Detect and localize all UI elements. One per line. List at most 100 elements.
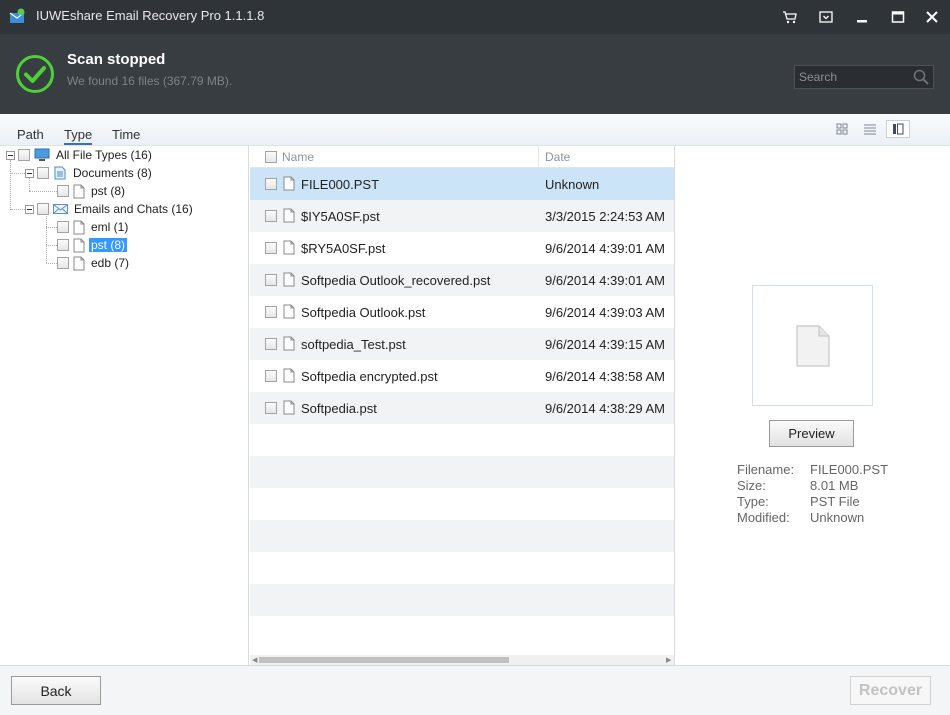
row-checkbox[interactable]: [265, 370, 277, 382]
column-header-date[interactable]: Date: [545, 150, 570, 164]
tree-item-edb[interactable]: edb (7): [57, 254, 131, 272]
tab-path[interactable]: Path: [17, 127, 44, 142]
checkbox[interactable]: [57, 221, 69, 233]
tree-item-emails[interactable]: Emails and Chats (16): [25, 200, 195, 218]
file-name: FILE000.PST: [301, 177, 380, 192]
tab-type[interactable]: Type: [64, 127, 93, 145]
row-checkbox[interactable]: [265, 402, 277, 414]
empty-row: [250, 456, 674, 488]
filename-value: FILE000.PST: [810, 462, 889, 477]
checkbox[interactable]: [57, 257, 69, 269]
empty-row: [250, 616, 674, 648]
row-checkbox[interactable]: [265, 242, 277, 254]
file-icon: [283, 176, 295, 191]
file-name: Softpedia Outlook.pst: [301, 305, 426, 320]
file-thumbnail: [752, 285, 873, 406]
file-date: 3/3/2015 2:24:53 AM: [545, 209, 665, 224]
tree-label: pst (8): [91, 184, 126, 198]
scroll-thumb[interactable]: [259, 657, 509, 663]
empty-row: [250, 424, 674, 456]
scroll-left-icon[interactable]: ◀: [252, 656, 257, 664]
search-input[interactable]: [795, 66, 907, 88]
file-icon: [283, 400, 295, 415]
checkbox[interactable]: [18, 149, 30, 161]
preview-panel: Preview Filename: FILE000.PST Size: 8.01 M…: [676, 146, 950, 665]
file-icon: [283, 272, 295, 287]
app-icon: [9, 8, 25, 23]
maximize-icon[interactable]: [890, 9, 906, 25]
table-row[interactable]: Softpedia.pst 9/6/2014 4:38:29 AM: [250, 392, 674, 424]
file-name: $IY5A0SF.pst: [301, 209, 380, 224]
row-checkbox[interactable]: [265, 210, 277, 222]
checkbox[interactable]: [57, 239, 69, 251]
scroll-right-icon[interactable]: ▶: [666, 656, 671, 664]
row-checkbox[interactable]: [265, 178, 277, 190]
file-name: Softpedia Outlook_recovered.pst: [301, 273, 491, 288]
file-icon: [73, 220, 85, 234]
cart-icon[interactable]: [782, 9, 798, 25]
recover-button[interactable]: Recover: [850, 676, 931, 705]
detail-view-icon[interactable]: [886, 120, 910, 138]
preview-button[interactable]: Preview: [769, 420, 854, 447]
checkbox[interactable]: [57, 185, 69, 197]
tree-label: Emails and Chats (16): [74, 202, 193, 216]
horizontal-scrollbar[interactable]: ◀ ▶: [250, 655, 674, 665]
row-checkbox[interactable]: [265, 274, 277, 286]
tree-item-all[interactable]: All File Types (16): [6, 146, 154, 164]
collapse-toggle[interactable]: [25, 168, 34, 178]
checkbox[interactable]: [37, 203, 49, 215]
table-row[interactable]: Softpedia Outlook_recovered.pst 9/6/2014 …: [250, 264, 674, 296]
search-box: [794, 65, 934, 89]
table-row[interactable]: $RY5A0SF.pst 9/6/2014 4:39:01 AM: [250, 232, 674, 264]
list-view-icon[interactable]: [858, 120, 882, 138]
grid-view-icon[interactable]: [830, 120, 854, 138]
collapse-toggle[interactable]: [25, 204, 34, 214]
table-row[interactable]: $IY5A0SF.pst 3/3/2015 2:24:53 AM: [250, 200, 674, 232]
table-row[interactable]: Softpedia Outlook.pst 9/6/2014 4:39:03 AM: [250, 296, 674, 328]
filename-label: Filename:: [737, 462, 795, 477]
modified-value: Unknown: [810, 510, 865, 525]
collapse-toggle[interactable]: [6, 150, 15, 160]
file-type-tree: All File Types (16) Documents (8) pst (8…: [0, 146, 249, 665]
column-header-name[interactable]: Name: [282, 150, 314, 164]
tree-item-documents[interactable]: Documents (8): [25, 164, 154, 182]
row-checkbox[interactable]: [265, 338, 277, 350]
file-name: softpedia_Test.pst: [301, 337, 406, 352]
table-row[interactable]: FILE000.PST Unknown: [250, 168, 674, 200]
modified-label: Modified:: [737, 510, 790, 525]
check-circle-icon: [16, 55, 54, 93]
file-icon: [796, 325, 830, 367]
tree-item-documents-pst[interactable]: pst (8): [57, 182, 127, 200]
empty-row: [250, 488, 674, 520]
row-checkbox[interactable]: [265, 306, 277, 318]
file-icon: [73, 256, 85, 270]
close-icon[interactable]: [924, 9, 940, 25]
search-icon[interactable]: [913, 69, 929, 85]
table-row[interactable]: Softpedia encrypted.pst 9/6/2014 4:38:58 …: [250, 360, 674, 392]
file-date: 9/6/2014 4:38:58 AM: [545, 369, 665, 384]
file-details: Filename: FILE000.PST Size: 8.01 MB Type: P…: [737, 462, 888, 526]
minimize-icon[interactable]: [854, 9, 870, 25]
file-date: 9/6/2014 4:39:01 AM: [545, 241, 665, 256]
status-title: Scan stopped: [67, 51, 166, 68]
view-toolbar: Path Type Time: [0, 114, 950, 146]
document-icon: [54, 166, 66, 180]
scan-status-header: Scan stopped We found 16 files (367.79 M…: [0, 34, 950, 114]
tree-item-emails-pst[interactable]: pst (8): [57, 236, 128, 254]
tree-item-eml[interactable]: eml (1): [57, 218, 130, 236]
file-date: 9/6/2014 4:38:29 AM: [545, 401, 665, 416]
back-button[interactable]: Back: [11, 676, 101, 705]
checkbox[interactable]: [37, 167, 49, 179]
file-date: 9/6/2014 4:39:01 AM: [545, 273, 665, 288]
dropdown-menu-icon[interactable]: [818, 9, 834, 25]
tab-time[interactable]: Time: [112, 127, 140, 142]
file-icon: [283, 368, 295, 383]
file-icon: [283, 336, 295, 351]
select-all-checkbox[interactable]: [265, 151, 277, 163]
table-row[interactable]: softpedia_Test.pst 9/6/2014 4:39:15 AM: [250, 328, 674, 360]
empty-row: [250, 520, 674, 552]
status-subtitle: We found 16 files (367.79 MB).: [67, 74, 233, 88]
window-title: IUWEshare Email Recovery Pro 1.1.1.8: [36, 8, 265, 23]
file-name: $RY5A0SF.pst: [301, 241, 386, 256]
file-icon: [283, 208, 295, 223]
